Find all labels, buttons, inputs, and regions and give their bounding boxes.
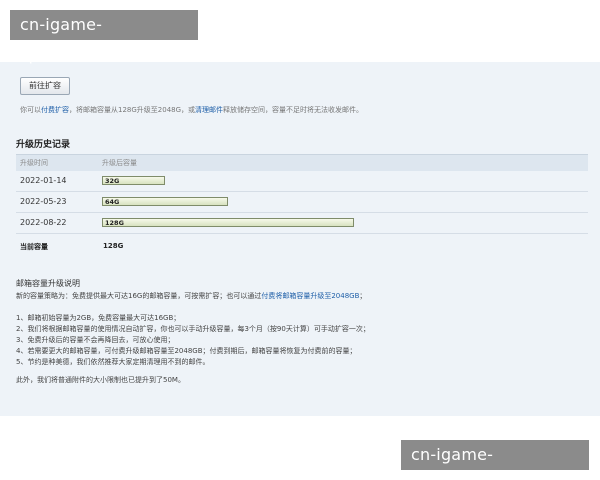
notes-item: 4、若需要更大的邮箱容量，可付费升级邮箱容量至2048GB；付费到期后，邮箱容量… (16, 347, 357, 355)
intro-prefix: 你可以 (20, 106, 41, 114)
table-row: 2022-05-23 64G (16, 192, 588, 213)
notes-item: 3、免费升级后的容量不会再降回去，可放心使用； (16, 336, 175, 344)
column-header-time: 升级时间 (20, 159, 48, 167)
table-row: 2022-08-22 128G (16, 213, 588, 234)
upgrade-date: 2022-05-23 (20, 197, 67, 206)
notes-item: 2、我们将根据邮箱容量的使用情况自动扩容，你也可以手动升级容量，每3个月（按90… (16, 325, 370, 333)
intro-text: 你可以付费扩容，将邮箱容量从128G升级至2048G，或清理邮件释放储存空间，容… (20, 105, 363, 115)
capacity-label: 128G (105, 219, 124, 227)
notes-item: 1、邮箱初始容量为2GB，免费容量最大可达16GB； (16, 314, 181, 322)
upgrade-notes: 邮箱容量升级说明 新的容量策略为：免费提供最大可达16G的邮箱容量，可按需扩容；… (16, 278, 586, 386)
expand-storage-button[interactable]: 前往扩容 (20, 77, 70, 95)
intro-suffix: 释放储存空间，容量不足时将无法收发邮件。 (223, 106, 364, 114)
intro-middle: ，将邮箱容量从128G升级至2048G，或 (69, 106, 196, 114)
history-title: 升级历史记录 (16, 140, 71, 150)
history-table: 升级时间 升级后容量 2022-01-14 32G 2022-05-23 64G… (16, 154, 588, 258)
capacity-label: 32G (105, 177, 120, 185)
pay-expand-link[interactable]: 付费扩容 (41, 106, 69, 114)
capacity-label: 64G (105, 198, 120, 206)
storage-panel: 前往扩容 你可以付费扩容，将邮箱容量从128G升级至2048G，或清理邮件释放储… (0, 62, 600, 416)
watermark-top: cn-igame-sports.com (10, 10, 198, 64)
history-table-header: 升级时间 升级后容量 (16, 154, 588, 171)
strategy-suffix: ； (359, 292, 367, 300)
watermark-bottom: cn-igame-sports.com (401, 440, 589, 480)
current-capacity-row: 当前容量 128G (16, 234, 588, 258)
table-row: 2022-01-14 32G (16, 171, 588, 192)
column-header-capacity: 升级后容量 (102, 159, 137, 167)
current-capacity-label: 当前容量 (20, 243, 48, 251)
capacity-bar: 32G (102, 176, 165, 185)
capacity-bar: 128G (102, 218, 354, 227)
capacity-bar: 64G (102, 197, 228, 206)
upgrade-date: 2022-01-14 (20, 176, 67, 185)
current-capacity-value: 128G (103, 242, 124, 250)
notes-footer: 此外，我们将普通附件的大小限制也已提升到了50M。 (16, 376, 185, 384)
clean-mail-link[interactable]: 清理邮件 (195, 106, 223, 114)
strategy-prefix: 新的容量策略为：免费提供最大可达16G的邮箱容量，可按需扩容；也可以通过 (16, 292, 262, 300)
notes-title: 邮箱容量升级说明 (16, 279, 80, 288)
page: cn-igame-sports.com 前往扩容 你可以付费扩容，将邮箱容量从1… (0, 0, 600, 480)
upgrade-date: 2022-08-22 (20, 218, 67, 227)
notes-item: 5、节约是种美德，我们依然推荐大家定期清理用不到的邮件。 (16, 358, 210, 366)
pay-upgrade-link[interactable]: 付费将邮箱容量升级至2048GB (261, 292, 359, 300)
notes-strategy: 新的容量策略为：免费提供最大可达16G的邮箱容量，可按需扩容；也可以通过付费将邮… (16, 291, 586, 302)
